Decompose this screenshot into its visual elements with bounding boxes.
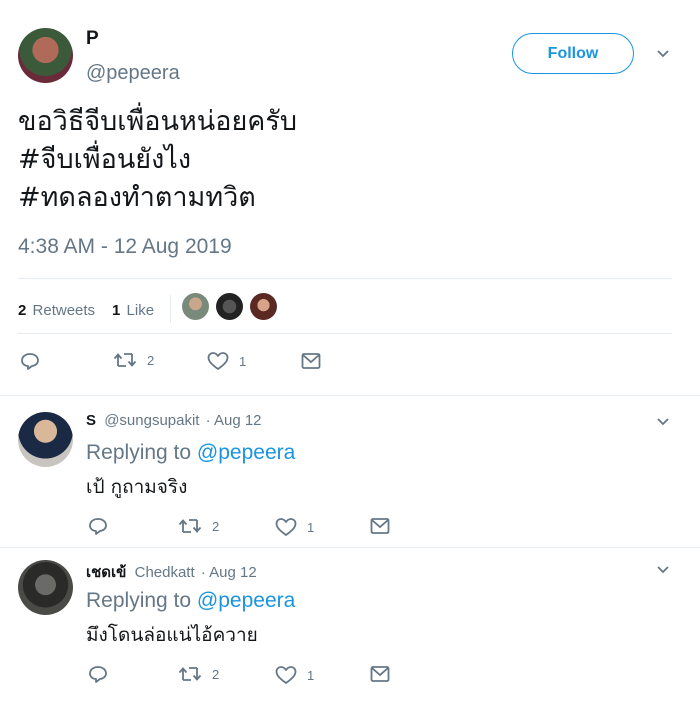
like-icon (275, 666, 297, 684)
author-handle[interactable]: @pepeera (86, 62, 180, 85)
reply-author-handle[interactable]: Chedkatt (135, 564, 195, 581)
reply-avatar[interactable] (18, 560, 73, 615)
retweet-button[interactable]: 2 (178, 665, 219, 683)
retweets-label: Retweets (32, 302, 96, 319)
tweet-timestamp[interactable]: 4:38 AM - 12 Aug 2019 (18, 235, 232, 259)
like-button[interactable]: 1 (275, 665, 314, 685)
retweet-icon (113, 353, 137, 367)
reply-date[interactable]: · Aug 12 (206, 412, 262, 429)
follow-button[interactable]: Follow (512, 33, 634, 74)
like-count: 1 (307, 667, 315, 683)
reply-date[interactable]: · Aug 12 (201, 564, 257, 581)
reply-author-name[interactable]: S (86, 412, 96, 429)
tweet-text-line-1: ขอวิธีจีบเพื่อนหน่อยครับ (18, 106, 297, 137)
reply-author-name[interactable]: เชดเข้ (86, 564, 126, 581)
retweet-count: 2 (147, 352, 155, 368)
stats-separator (170, 295, 171, 323)
retweets-count: 2 (18, 302, 27, 319)
reply-button[interactable] (88, 516, 108, 536)
replying-to-link[interactable]: @pepeera (197, 441, 295, 464)
message-button[interactable] (370, 517, 390, 535)
like-button[interactable]: 1 (275, 517, 314, 537)
reply-header: S @sungsupakit · Aug 12 (86, 412, 262, 429)
retweet-button[interactable]: 2 (178, 517, 219, 535)
reply-avatar[interactable] (18, 412, 73, 467)
replying-to-link[interactable]: @pepeera (197, 589, 295, 612)
tweet-hashtag-2[interactable]: #ทดลองทำตามทวิต (18, 180, 256, 216)
retweet-icon (178, 667, 202, 681)
likes-label: Like (126, 302, 155, 319)
like-icon (207, 352, 229, 370)
like-icon (275, 518, 297, 536)
section-divider (0, 547, 700, 548)
liker-avatar[interactable] (216, 293, 243, 320)
replying-to: Replying to @pepeera (86, 589, 295, 613)
replying-to-prefix: Replying to (86, 441, 192, 464)
retweet-button[interactable]: 2 (113, 351, 154, 369)
reply-icon (21, 353, 39, 370)
divider (18, 333, 672, 334)
liker-avatar[interactable] (182, 293, 209, 320)
likes-count: 1 (112, 302, 121, 319)
retweet-icon (178, 519, 202, 533)
reply-icon (89, 666, 107, 683)
message-button[interactable] (370, 665, 390, 683)
likes-stat[interactable]: 1 Like (112, 302, 154, 319)
divider (18, 278, 672, 279)
retweet-count: 2 (212, 518, 220, 534)
reply-icon (89, 518, 107, 535)
liker-avatar[interactable] (250, 293, 277, 320)
reply-button[interactable] (88, 664, 108, 684)
reply-header: เชดเข้ Chedkatt · Aug 12 (86, 560, 257, 584)
reply-button[interactable] (20, 351, 40, 371)
replying-to: Replying to @pepeera (86, 441, 295, 465)
chevron-down-icon[interactable] (656, 49, 670, 59)
message-button[interactable] (301, 352, 321, 370)
reply-text: มึงโดนล่อแน่ไอ้ควาย (86, 624, 258, 646)
author-avatar[interactable] (18, 28, 73, 83)
reply-text: เป้ กูถามจริง (86, 476, 188, 498)
chevron-down-icon[interactable] (656, 417, 670, 427)
like-count: 1 (239, 353, 247, 369)
like-count: 1 (307, 519, 315, 535)
retweets-stat[interactable]: 2 Retweets (18, 302, 95, 319)
replying-to-prefix: Replying to (86, 589, 192, 612)
chevron-down-icon[interactable] (656, 565, 670, 575)
retweet-count: 2 (212, 666, 220, 682)
message-icon (370, 666, 390, 682)
like-button[interactable]: 1 (207, 351, 246, 371)
tweet-hashtag-1[interactable]: #จีบเพื่อนยังไง (18, 142, 191, 178)
message-icon (301, 353, 321, 369)
follow-button-label: Follow (547, 44, 599, 62)
reply-author-handle[interactable]: @sungsupakit (104, 412, 199, 429)
section-divider (0, 395, 700, 396)
author-display-name[interactable]: P (86, 28, 99, 50)
message-icon (370, 518, 390, 534)
